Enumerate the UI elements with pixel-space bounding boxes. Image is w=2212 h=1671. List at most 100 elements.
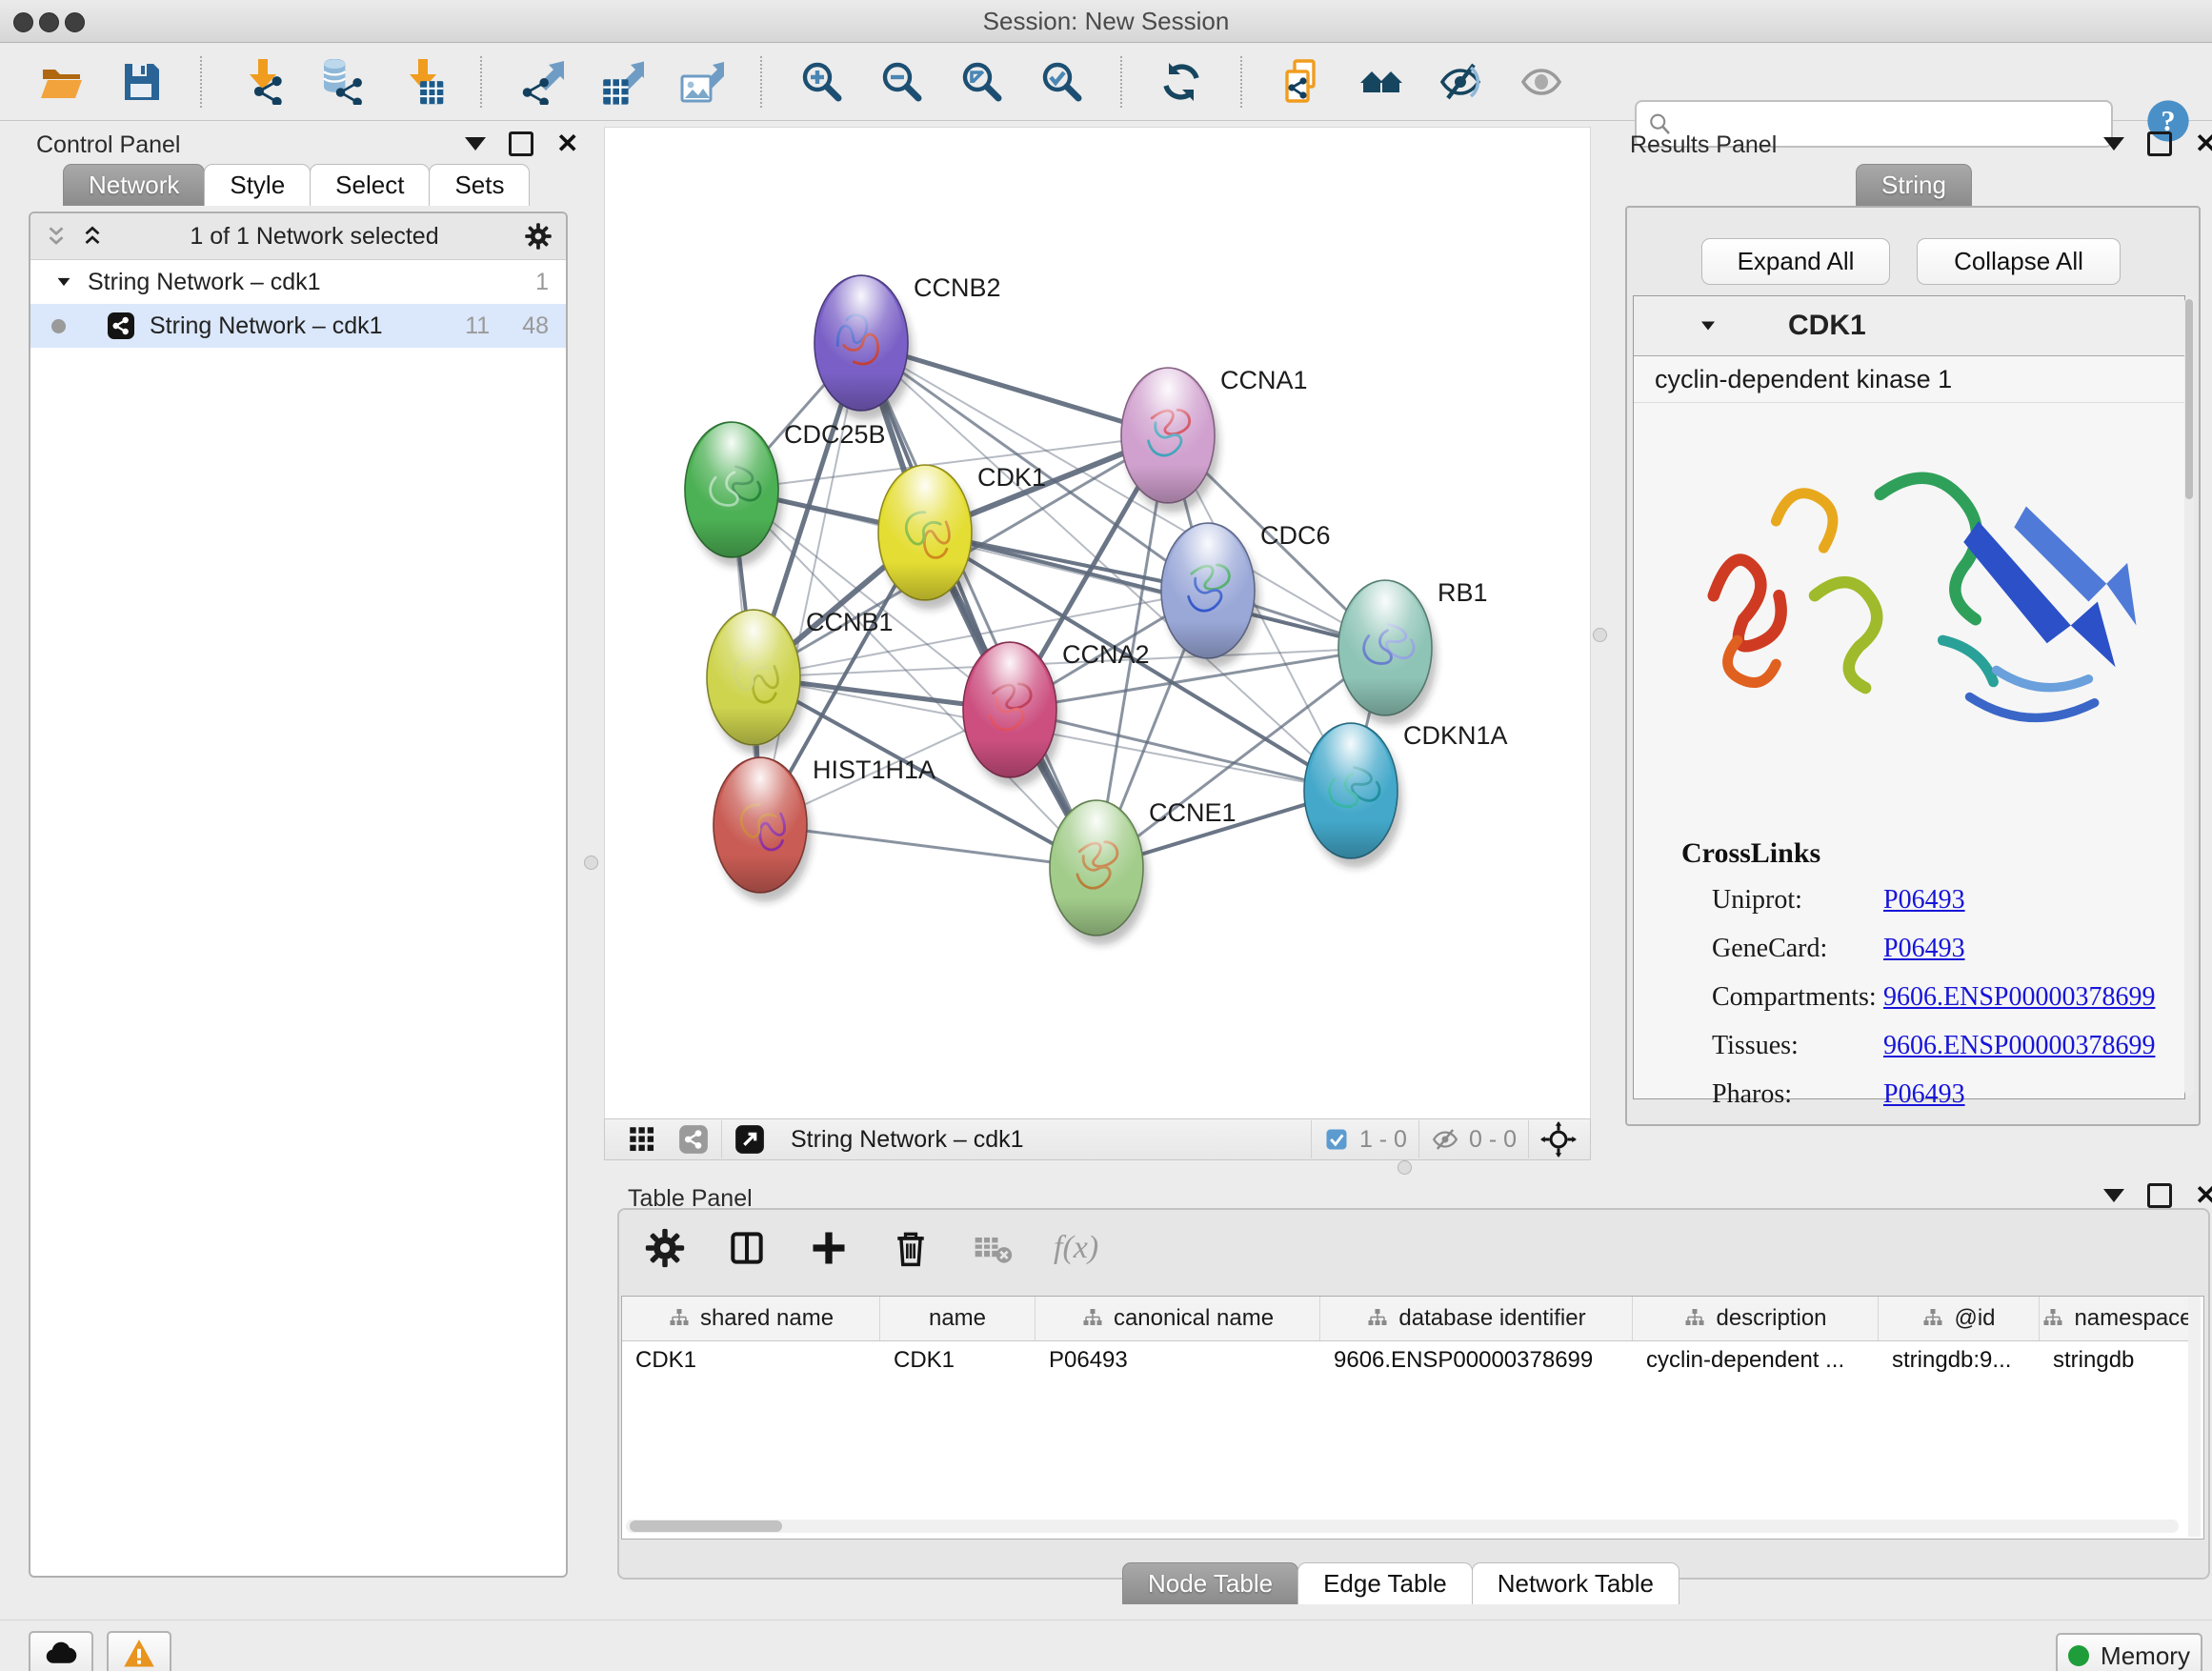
tab-select[interactable]: Select <box>310 164 430 206</box>
import-table-button[interactable] <box>398 59 444 105</box>
zoom-fit-button[interactable] <box>958 59 1004 105</box>
cell-canonical-name[interactable]: P06493 <box>1036 1340 1320 1380</box>
tab-network[interactable]: Network <box>63 164 205 206</box>
tab-network-table[interactable]: Network Table <box>1472 1562 1679 1604</box>
column-header-database-identifier[interactable]: database identifier <box>1320 1297 1633 1340</box>
undock-panel-icon[interactable] <box>2147 1183 2172 1208</box>
vertical-scrollbar-track[interactable] <box>2188 1297 2201 1537</box>
expand-all-icon[interactable] <box>80 224 105 249</box>
horizontal-scrollbar-thumb[interactable] <box>630 1520 782 1532</box>
network-row[interactable]: String Network – cdk1 11 48 <box>30 304 566 348</box>
node-CCNB2[interactable]: CCNB2 <box>814 273 1001 420</box>
export-network-button[interactable] <box>518 59 564 105</box>
collapse-card-caret-icon[interactable] <box>1697 314 1719 337</box>
warnings-button[interactable] <box>107 1631 171 1671</box>
column-header--id[interactable]: @id <box>1879 1297 2040 1340</box>
undock-panel-icon[interactable] <box>509 131 533 156</box>
zoom-in-button[interactable] <box>798 59 844 105</box>
save-session-button[interactable] <box>118 59 164 105</box>
undock-panel-icon[interactable] <box>2147 131 2172 156</box>
cell--id[interactable]: stringdb:9... <box>1879 1340 2040 1380</box>
birdseye-view-icon[interactable] <box>734 1123 766 1156</box>
import-network-button[interactable] <box>238 59 284 105</box>
refresh-layout-button[interactable] <box>1158 59 1204 105</box>
tab-string[interactable]: String <box>1856 164 1972 206</box>
delete-column-icon[interactable] <box>890 1227 932 1269</box>
minimize-window-button[interactable] <box>39 12 59 32</box>
close-panel-icon[interactable]: ✕ <box>556 131 578 156</box>
right-splitter-handle[interactable] <box>1593 628 1607 642</box>
column-header-shared-name[interactable]: shared name <box>622 1297 880 1340</box>
crosslink-value-link[interactable]: P06493 <box>1883 1079 1965 1110</box>
crosshair-icon[interactable] <box>1540 1121 1577 1158</box>
cell-name[interactable]: CDK1 <box>880 1340 1036 1380</box>
collection-caret-icon[interactable] <box>53 272 74 292</box>
float-panel-icon[interactable] <box>2103 137 2124 151</box>
memory-button[interactable]: Memory <box>2056 1633 2202 1671</box>
tab-edge-table[interactable]: Edge Table <box>1297 1562 1473 1604</box>
export-table-button[interactable] <box>598 59 644 105</box>
network-canvas[interactable]: CCNB2CCNA1CDC25BCDK1CDC6RB1CCNB1CCNA2CDK… <box>604 127 1591 1120</box>
node-CDK1[interactable]: CDK1 <box>878 463 1046 610</box>
network-collection-row[interactable]: String Network – cdk1 1 <box>30 260 566 304</box>
hidden-eye-icon[interactable] <box>1431 1125 1459 1154</box>
results-scrollbar-thumb[interactable] <box>2185 299 2193 499</box>
cell-description[interactable]: cyclin-dependent ... <box>1633 1340 1879 1380</box>
expand-all-button[interactable]: Expand All <box>1701 238 1890 285</box>
crosslink-value-link[interactable]: 9606.ENSP00000378699 <box>1883 1031 2155 1061</box>
network-overview-icon[interactable] <box>677 1123 710 1156</box>
crosslink-value-link[interactable]: P06493 <box>1883 885 1965 916</box>
cell-shared-name[interactable]: CDK1 <box>622 1340 880 1380</box>
horizontal-scrollbar-track[interactable] <box>626 1520 2179 1533</box>
column-header-namespace[interactable]: namespace <box>2040 1297 2196 1340</box>
node-HIST1H1A[interactable]: HIST1H1A <box>714 755 935 902</box>
collapse-all-icon[interactable] <box>44 224 69 249</box>
bottom-splitter-handle[interactable] <box>1398 1160 1412 1175</box>
table-toolbar: f(x) <box>644 1227 1098 1269</box>
tab-style[interactable]: Style <box>204 164 311 206</box>
show-hidden-button[interactable] <box>1518 59 1564 105</box>
close-panel-icon[interactable]: ✕ <box>2195 1183 2212 1208</box>
zoom-out-button[interactable] <box>878 59 924 105</box>
node-CCNB1[interactable]: CCNB1 <box>707 608 894 755</box>
add-column-icon[interactable] <box>808 1227 850 1269</box>
tab-sets[interactable]: Sets <box>429 164 530 206</box>
node-CDKN1A[interactable]: CDKN1A <box>1304 721 1508 868</box>
tab-node-table[interactable]: Node Table <box>1122 1562 1298 1604</box>
zoom-selected-button[interactable] <box>1038 59 1084 105</box>
crosslink-row: Uniprot:P06493 <box>1712 885 2160 916</box>
selected-checkbox-icon[interactable] <box>1323 1126 1350 1153</box>
crosslink-value-link[interactable]: P06493 <box>1883 934 1965 964</box>
cell-namespace[interactable]: stringdb <box>2040 1340 2196 1380</box>
grid-view-icon[interactable] <box>626 1123 658 1156</box>
gear-icon[interactable] <box>524 222 553 251</box>
cell-database-identifier[interactable]: 9606.ENSP00000378699 <box>1320 1340 1633 1380</box>
duplicate-network-button[interactable] <box>1278 59 1324 105</box>
column-header-name[interactable]: name <box>880 1297 1036 1340</box>
houses-button[interactable] <box>1358 59 1404 105</box>
maximize-window-button[interactable] <box>65 12 85 32</box>
column-header-description[interactable]: description <box>1633 1297 1879 1340</box>
close-window-button[interactable] <box>13 12 33 32</box>
column-header-canonical-name[interactable]: canonical name <box>1036 1297 1320 1340</box>
node-CCNE1[interactable]: CCNE1 <box>1050 798 1237 945</box>
node-CDC6[interactable]: CDC6 <box>1161 521 1331 668</box>
close-panel-icon[interactable]: ✕ <box>2195 131 2212 156</box>
open-session-button[interactable] <box>38 59 84 105</box>
collapse-all-button[interactable]: Collapse All <box>1917 238 2121 285</box>
table-row[interactable]: CDK1CDK1P064939606.ENSP00000378699cyclin… <box>622 1340 2196 1380</box>
hide-selected-button[interactable] <box>1438 59 1484 105</box>
cloud-button[interactable] <box>29 1631 93 1671</box>
import-network-from-database-button[interactable] <box>318 59 364 105</box>
protein-card-header[interactable]: CDK1 <box>1634 296 2184 356</box>
gear-icon[interactable] <box>644 1227 686 1269</box>
float-panel-icon[interactable] <box>465 137 486 151</box>
node-RB1[interactable]: RB1 <box>1338 578 1488 725</box>
show-columns-icon[interactable] <box>726 1227 768 1269</box>
left-splitter-handle[interactable] <box>584 856 598 870</box>
export-image-button[interactable] <box>678 59 724 105</box>
node-CCNA1[interactable]: CCNA1 <box>1121 366 1308 513</box>
toolbar-separator <box>480 56 482 108</box>
crosslink-value-link[interactable]: 9606.ENSP00000378699 <box>1883 982 2155 1013</box>
float-panel-icon[interactable] <box>2103 1189 2124 1202</box>
